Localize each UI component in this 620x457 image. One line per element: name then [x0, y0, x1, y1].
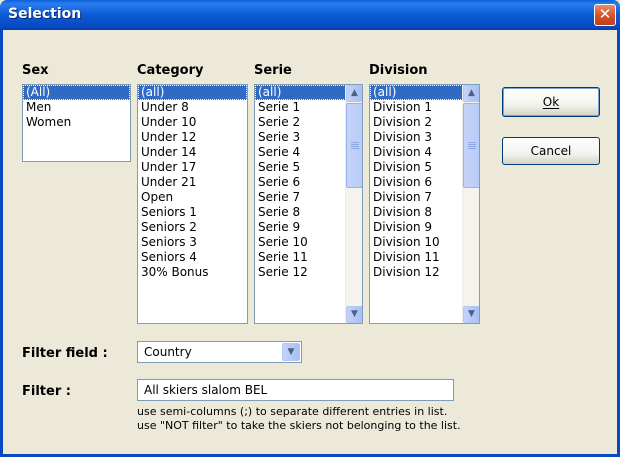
list-item[interactable]: Serie 1 [255, 100, 346, 115]
list-item[interactable]: Under 21 [138, 175, 247, 190]
filter-input[interactable] [137, 379, 454, 401]
list-item[interactable]: Division 6 [370, 175, 463, 190]
list-item[interactable]: Serie 12 [255, 265, 346, 280]
scroll-down-button[interactable]: ▼ [346, 306, 362, 323]
list-item[interactable]: Serie 10 [255, 235, 346, 250]
category-header: Category [137, 63, 204, 78]
filter-field-value: Country [144, 345, 192, 359]
window-title: Selection [8, 6, 82, 22]
list-item[interactable]: Seniors 4 [138, 250, 247, 265]
list-item[interactable]: Division 10 [370, 235, 463, 250]
list-item[interactable]: Seniors 2 [138, 220, 247, 235]
category-listbox[interactable]: (all) Under 8 Under 10 Under 12 Under 14 Unde… [137, 84, 248, 324]
scroll-up-button[interactable]: ▲ [463, 85, 479, 102]
list-item[interactable]: Under 12 [138, 130, 247, 145]
list-item[interactable]: Division 7 [370, 190, 463, 205]
list-item[interactable]: Serie 6 [255, 175, 346, 190]
list-item[interactable]: Seniors 3 [138, 235, 247, 250]
chevron-down-icon: ▼ [468, 309, 475, 319]
list-item[interactable]: Division 12 [370, 265, 463, 280]
list-item[interactable]: Serie 7 [255, 190, 346, 205]
chevron-up-icon: ▲ [351, 88, 358, 98]
list-item[interactable]: (all) [255, 85, 346, 100]
chevron-down-icon: ▼ [351, 309, 358, 319]
division-header: Division [369, 63, 428, 78]
list-item[interactable]: Serie 8 [255, 205, 346, 220]
list-item[interactable]: 30% Bonus [138, 265, 247, 280]
cancel-button[interactable]: Cancel [502, 137, 600, 165]
list-item[interactable]: (all) [370, 85, 463, 100]
list-item[interactable]: Under 14 [138, 145, 247, 160]
scroll-thumb[interactable] [463, 103, 479, 188]
serie-scrollbar[interactable]: ▲ ▼ [345, 85, 362, 323]
title-bar[interactable]: Selection ✕ [0, 0, 620, 30]
ok-button[interactable]: Ok [502, 87, 600, 117]
filter-label: Filter : [22, 384, 71, 399]
list-item[interactable]: Serie 11 [255, 250, 346, 265]
list-item[interactable]: Serie 9 [255, 220, 346, 235]
list-item[interactable]: Division 3 [370, 130, 463, 145]
list-item[interactable]: Women [23, 115, 130, 130]
chevron-down-icon: ▼ [287, 347, 295, 357]
scroll-down-button[interactable]: ▼ [463, 306, 479, 323]
list-item[interactable]: Seniors 1 [138, 205, 247, 220]
list-item[interactable]: Division 4 [370, 145, 463, 160]
filter-field-select[interactable]: Country ▼ [137, 341, 302, 363]
dropdown-button[interactable]: ▼ [282, 343, 300, 361]
list-item[interactable]: Division 8 [370, 205, 463, 220]
sex-header: Sex [22, 63, 49, 78]
serie-header: Serie [254, 63, 292, 78]
close-icon: ✕ [598, 5, 612, 23]
list-item[interactable]: Under 8 [138, 100, 247, 115]
list-item[interactable]: Division 5 [370, 160, 463, 175]
division-scrollbar[interactable]: ▲ ▼ [462, 85, 479, 323]
filter-hint-line1: use semi-columns (;) to separate differe… [137, 405, 448, 418]
list-item[interactable]: (all) [138, 85, 247, 100]
scroll-thumb[interactable] [346, 103, 362, 188]
list-item[interactable]: Men [23, 100, 130, 115]
list-item[interactable]: Under 17 [138, 160, 247, 175]
filter-field-label: Filter field : [22, 346, 108, 361]
list-item[interactable]: Division 11 [370, 250, 463, 265]
list-item[interactable]: Under 10 [138, 115, 247, 130]
ok-button-label: Ok [542, 95, 560, 109]
list-item[interactable]: Serie 4 [255, 145, 346, 160]
list-item[interactable]: Open [138, 190, 247, 205]
division-listbox[interactable]: (all) Division 1 Division 2 Division 3 Divis… [369, 84, 480, 324]
list-item[interactable]: (All) [23, 85, 130, 100]
scroll-up-button[interactable]: ▲ [346, 85, 362, 102]
cancel-button-label: Cancel [530, 144, 572, 158]
list-item[interactable]: Serie 3 [255, 130, 346, 145]
chevron-up-icon: ▲ [468, 88, 475, 98]
close-button[interactable]: ✕ [594, 4, 616, 26]
list-item[interactable]: Division 2 [370, 115, 463, 130]
filter-hint-line2: use "NOT filter" to take the skiers not … [137, 419, 461, 432]
list-item[interactable]: Division 1 [370, 100, 463, 115]
list-item[interactable]: Serie 2 [255, 115, 346, 130]
list-item[interactable]: Serie 5 [255, 160, 346, 175]
sex-listbox[interactable]: (All) Men Women [22, 84, 131, 162]
serie-listbox[interactable]: (all) Serie 1 Serie 2 Serie 3 Serie 4 Serie 5… [254, 84, 363, 324]
list-item[interactable]: Division 9 [370, 220, 463, 235]
